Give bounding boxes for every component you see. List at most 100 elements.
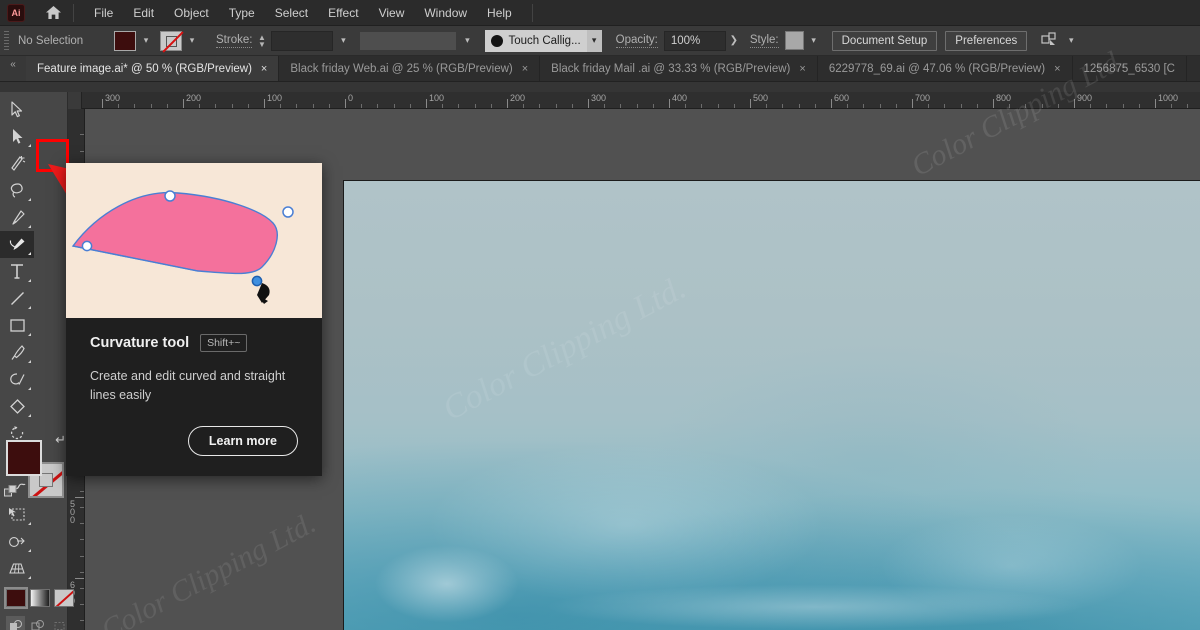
align-objects-icon[interactable] bbox=[1041, 31, 1057, 50]
graphic-style-swatch[interactable] bbox=[784, 31, 804, 50]
draw-inside-icon[interactable] bbox=[50, 616, 69, 630]
ruler-label: 1000 bbox=[1158, 93, 1179, 103]
document-tab-feature-image[interactable]: Feature image.ai* @ 50 % (RGB/Preview) × bbox=[26, 56, 280, 81]
ruler-label: 300 bbox=[105, 93, 121, 103]
ruler-tick-major bbox=[102, 99, 103, 108]
ruler-tick-minor bbox=[928, 104, 930, 108]
color-mode-gradient[interactable] bbox=[30, 589, 50, 607]
tab-label: Black friday Mail .ai @ 33.33 % (RGB/Pre… bbox=[551, 62, 791, 75]
style-chevron-icon[interactable]: ▾ bbox=[806, 31, 822, 51]
line-segment-tool[interactable] bbox=[0, 285, 34, 312]
fill-dropdown-chevron-icon[interactable]: ▾ bbox=[138, 31, 154, 51]
color-mode-color[interactable] bbox=[4, 587, 28, 609]
fill-color-swatch[interactable] bbox=[114, 30, 136, 51]
ruler-tick-minor bbox=[80, 604, 84, 606]
preferences-button[interactable]: Preferences bbox=[945, 30, 1028, 51]
menu-item-view[interactable]: View bbox=[369, 2, 415, 24]
ruler-corner bbox=[68, 92, 82, 109]
curvature-tool[interactable] bbox=[0, 231, 34, 258]
shape-builder-tool[interactable] bbox=[0, 528, 34, 555]
selection-tool[interactable] bbox=[0, 96, 34, 123]
control-bar: No Selection ▾ ▾ Stroke: ▲ ▼ ▾ ▾ Touch Ca… bbox=[0, 26, 1200, 56]
free-transform-tool[interactable] bbox=[0, 501, 34, 528]
brush-chevron-icon[interactable]: ▾ bbox=[586, 29, 602, 52]
stroke-color-swatch[interactable] bbox=[160, 30, 182, 51]
illustrator-logo-icon: Ai bbox=[7, 3, 25, 22]
tab-label: Black friday Web.ai @ 25 % (RGB/Preview) bbox=[290, 62, 513, 75]
document-tab-1256875[interactable]: 1256875_6530 [C bbox=[1073, 56, 1187, 81]
document-setup-button[interactable]: Document Setup bbox=[831, 30, 938, 51]
tab-close-icon[interactable]: × bbox=[1054, 63, 1060, 75]
align-chevron-icon[interactable]: ▾ bbox=[1063, 31, 1079, 51]
ruler-tick-minor bbox=[1025, 104, 1027, 108]
opacity-options-arrow-icon[interactable]: ❯ bbox=[726, 35, 742, 46]
stroke-weight-field[interactable] bbox=[271, 30, 334, 51]
eraser-tool[interactable] bbox=[0, 393, 34, 420]
direct-selection-tool[interactable] bbox=[0, 123, 34, 150]
selection-status: No Selection bbox=[18, 34, 84, 47]
rectangle-tool[interactable] bbox=[0, 312, 34, 339]
ruler-tick-minor bbox=[458, 104, 460, 108]
ruler-tick-minor bbox=[280, 104, 282, 108]
document-tab-black-friday-web[interactable]: Black friday Web.ai @ 25 % (RGB/Preview)… bbox=[279, 56, 541, 81]
ruler-tick-minor bbox=[296, 104, 298, 108]
stroke-profile-field[interactable] bbox=[359, 30, 458, 51]
ruler-tick-minor bbox=[976, 104, 978, 108]
draw-behind-icon[interactable] bbox=[28, 616, 47, 630]
menu-item-type[interactable]: Type bbox=[219, 2, 265, 24]
horizontal-ruler[interactable]: 300 200 100 0 100 200 300 400 500 600 700 800 900 100… bbox=[68, 92, 1200, 109]
menu-divider-right bbox=[531, 3, 533, 22]
ruler-tick-minor bbox=[134, 104, 136, 108]
home-icon[interactable] bbox=[43, 3, 63, 23]
ruler-tick-minor bbox=[1138, 104, 1140, 108]
ruler-label: 500 bbox=[753, 93, 769, 103]
shaper-tool[interactable] bbox=[0, 366, 34, 393]
menu-item-effect[interactable]: Effect bbox=[318, 2, 368, 24]
ruler-tick-minor bbox=[393, 104, 395, 108]
artboard[interactable] bbox=[343, 180, 1200, 630]
lasso-tool[interactable] bbox=[0, 177, 34, 204]
brush-definition-select[interactable]: Touch Callig... bbox=[485, 29, 587, 52]
ruler-tick-minor bbox=[80, 539, 84, 541]
magic-wand-tool[interactable] bbox=[0, 150, 34, 177]
stroke-dropdown-chevron-icon[interactable]: ▾ bbox=[184, 31, 200, 51]
panel-collapse-icon[interactable]: « bbox=[0, 56, 26, 81]
tab-close-icon[interactable]: × bbox=[261, 63, 267, 75]
learn-more-button[interactable]: Learn more bbox=[187, 425, 298, 456]
draw-normal-icon[interactable] bbox=[6, 616, 25, 630]
perspective-grid-tool[interactable] bbox=[0, 555, 34, 582]
menu-item-window[interactable]: Window bbox=[414, 2, 477, 24]
tab-close-icon[interactable]: × bbox=[522, 63, 528, 75]
paintbrush-tool[interactable] bbox=[0, 339, 34, 366]
tab-label: Feature image.ai* @ 50 % (RGB/Preview) bbox=[37, 62, 252, 75]
ruler-tick-minor bbox=[215, 104, 217, 108]
ruler-label: 100 bbox=[429, 93, 445, 103]
ruler-tick-minor bbox=[652, 104, 654, 108]
menu-item-select[interactable]: Select bbox=[265, 2, 318, 24]
color-mode-none[interactable] bbox=[54, 589, 74, 607]
toolbar-fill-swatch[interactable] bbox=[6, 440, 42, 476]
ruler-tick-minor bbox=[361, 104, 363, 108]
ruler-tick-major bbox=[993, 99, 994, 108]
opacity-value[interactable]: 100% bbox=[663, 30, 726, 51]
menu-item-file[interactable]: File bbox=[84, 2, 123, 24]
tooltip-title: Curvature tool bbox=[90, 335, 190, 351]
tab-close-icon[interactable]: × bbox=[799, 63, 805, 75]
swap-fill-stroke-icon[interactable]: ↵ bbox=[55, 432, 66, 448]
stroke-weight-stepper[interactable]: ▲ ▼ bbox=[256, 33, 267, 48]
tab-label: 6229778_69.ai @ 47.06 % (RGB/Preview) bbox=[828, 62, 1046, 75]
ruler-label: 200 bbox=[510, 93, 526, 103]
menu-item-help[interactable]: Help bbox=[477, 2, 522, 24]
ruler-tick-minor bbox=[442, 104, 444, 108]
pen-tool[interactable] bbox=[0, 204, 34, 231]
control-bar-grip[interactable] bbox=[4, 31, 10, 51]
tab-label: 1256875_6530 [C bbox=[1083, 62, 1175, 75]
menu-item-edit[interactable]: Edit bbox=[123, 2, 164, 24]
document-tab-black-friday-mail[interactable]: Black friday Mail .ai @ 33.33 % (RGB/Pre… bbox=[540, 56, 818, 81]
type-tool[interactable] bbox=[0, 258, 34, 285]
menu-item-object[interactable]: Object bbox=[164, 2, 219, 24]
stroke-profile-chevron-icon[interactable]: ▾ bbox=[459, 31, 475, 51]
default-fill-stroke-icon[interactable] bbox=[4, 485, 18, 502]
stroke-weight-chevron-icon[interactable]: ▾ bbox=[335, 31, 351, 51]
document-tab-6229778[interactable]: 6229778_69.ai @ 47.06 % (RGB/Preview) × bbox=[818, 56, 1073, 81]
